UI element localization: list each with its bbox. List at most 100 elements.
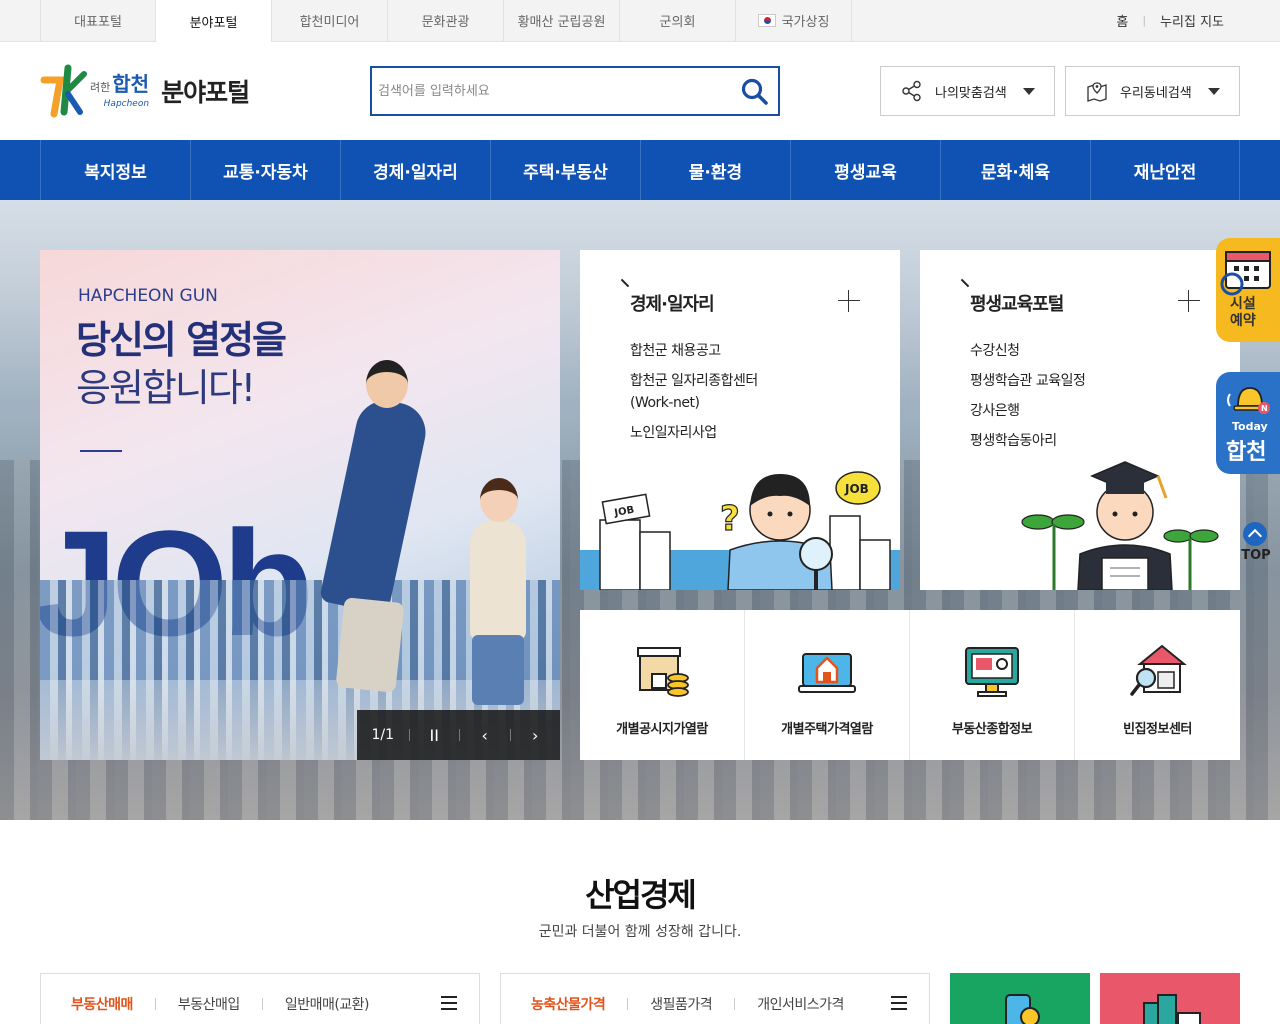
nav-transport[interactable]: 교통·자동차 — [190, 140, 340, 200]
reservation-line2: 예약 — [1230, 313, 1256, 329]
tab-label: 황매산 군립공원 — [517, 15, 606, 30]
home-link[interactable]: 홈 — [1116, 11, 1128, 30]
logo-mark-icon — [40, 64, 87, 118]
quick-land-price[interactable]: 개별공시지가열람 — [580, 610, 745, 760]
empty-house-icon — [1129, 644, 1187, 696]
nav-economy[interactable]: 경제·일자리 — [340, 140, 490, 200]
link-recruit-notice[interactable]: 합천군 채용공고 — [630, 340, 758, 362]
quick-label: 부동산종합정보 — [951, 722, 1033, 737]
house-price-icon — [798, 653, 856, 693]
search-icon[interactable] — [740, 77, 770, 107]
link-text: 합천군 일자리종합센터 — [630, 373, 758, 389]
quick-house-price[interactable]: 개별주택가격열람 — [745, 610, 910, 760]
banner-headline-1: 당신의 열정을 — [76, 318, 287, 362]
facility-reservation-button[interactable]: 시설 예약 — [1216, 238, 1280, 342]
quick-label: 빈집정보센터 — [1123, 722, 1192, 737]
portal-tabs: 대표포털 분야포털 합천미디어 문화관광 황매산 군립공원 군의회 국가상징 — [40, 0, 852, 42]
section-title: 산업경제 — [585, 876, 697, 914]
tab-label: 국가상징 — [781, 15, 830, 30]
map-pin-icon — [1087, 82, 1107, 102]
main-banner-slide[interactable]: JOb HAPCHEON GUN 당신의 열정을 응원합니다! 1/1 II ‹… — [40, 250, 560, 760]
tab-real-estate-sale[interactable]: 부동산매매 — [41, 994, 155, 1014]
search-box — [370, 66, 780, 116]
job-seeker-illustration: JOB JOB ? — [580, 471, 900, 590]
link-course-apply[interactable]: 수강신청 — [970, 340, 1085, 362]
tab-label: 분야포털 — [189, 15, 238, 31]
hero-section: JOb HAPCHEON GUN 당신의 열정을 응원합니다! 1/1 II ‹… — [0, 200, 1280, 820]
graduate-illustration — [1021, 461, 1219, 590]
link-learning-club[interactable]: 평생학습동아리 — [970, 430, 1085, 452]
real-estate-tabs: 부동산매매 부동산매입 일반매매(교환) — [40, 973, 480, 1024]
logo-text: 려한 합천 Hapcheon — [90, 73, 149, 109]
tab-general-trade[interactable]: 일반매매(교환) — [263, 994, 391, 1014]
nav-welfare[interactable]: 복지정보 — [40, 140, 190, 200]
quick-label: 개별주택가격열람 — [781, 722, 873, 737]
tab-label: 문화관광 — [421, 15, 470, 30]
nav-environment[interactable]: 물·환경 — [640, 140, 790, 200]
tab-media[interactable]: 합천미디어 — [272, 0, 388, 41]
prev-slide-icon[interactable]: ‹ — [460, 726, 510, 745]
scroll-top-button[interactable]: TOP — [1240, 522, 1272, 568]
card-title: 경제·일자리 — [630, 294, 715, 315]
menu-icon[interactable] — [441, 996, 457, 1010]
more-plus-icon[interactable] — [838, 290, 860, 312]
today-hapcheon-button[interactable]: N Today 합천 — [1216, 372, 1280, 474]
tab-label: 군의회 — [659, 15, 696, 30]
sitemap-link[interactable]: 누리집 지도 — [1160, 11, 1224, 30]
tab-label: 합천미디어 — [299, 15, 360, 30]
custom-search-button[interactable]: 나의맞춤검색 — [880, 66, 1055, 116]
real-estate-icon — [965, 647, 1019, 697]
man-legs — [335, 597, 405, 693]
hapcheon-label: 합천 — [1226, 440, 1267, 465]
town-search-button[interactable]: 우리동네검색 — [1065, 66, 1240, 116]
link-education-schedule[interactable]: 평생학습관 교육일정 — [970, 370, 1086, 392]
korea-flag-icon — [757, 14, 776, 27]
link-senior-jobs[interactable]: 노인일자리사업 — [630, 422, 758, 444]
phone-coin-icon — [1005, 994, 1040, 1024]
nav-housing[interactable]: 주택·부동산 — [490, 140, 640, 200]
finance-tile[interactable] — [950, 973, 1090, 1024]
arrow-up-icon — [1243, 522, 1267, 546]
search-input[interactable] — [372, 68, 732, 114]
real-estate-quick-links: 개별공시지가열람 개별주택가격열람 부동산종합정보 빈집정보센터 — [580, 610, 1240, 760]
economy-link-list: 합천군 채용공고 합천군 일자리종합센터 (Work-net) 노인일자리사업 — [630, 340, 758, 452]
site-logo[interactable]: 려한 합천 Hapcheon 분야포털 — [40, 62, 250, 120]
link-job-center[interactable]: 합천군 일자리종합센터 (Work-net) — [630, 370, 758, 414]
next-slide-icon[interactable]: › — [510, 726, 560, 745]
tab-real-estate-purchase[interactable]: 부동산매입 — [156, 994, 262, 1014]
business-tile[interactable] — [1100, 973, 1240, 1024]
nav-culture-sports[interactable]: 문화·체육 — [940, 140, 1090, 200]
pause-icon[interactable]: II — [409, 726, 459, 745]
today-label: Today — [1232, 420, 1268, 433]
svg-text:N: N — [1261, 404, 1268, 413]
tab-culture-tour[interactable]: 문화관광 — [388, 0, 504, 41]
banner-headline-2: 응원합니다! — [76, 366, 256, 410]
tab-agri-prices[interactable]: 농축산물가격 — [501, 994, 627, 1014]
link-instructor-bank[interactable]: 강사은행 — [970, 400, 1085, 422]
calendar-icon — [1220, 251, 1271, 296]
more-plus-icon[interactable] — [1178, 290, 1200, 312]
education-link-list: 수강신청 평생학습관 교육일정 강사은행 평생학습동아리 — [970, 340, 1086, 460]
quick-empty-house[interactable]: 빈집정보센터 — [1075, 610, 1240, 760]
menu-icon[interactable] — [891, 996, 907, 1010]
tab-label: 대표포털 — [74, 15, 122, 30]
tab-hwangmaesan-park[interactable]: 황매산 군립공원 — [504, 0, 620, 41]
section-subtitle: 군민과 더불어 함께 성장해 갑니다. — [538, 924, 742, 940]
title-tick — [620, 278, 630, 288]
lifelong-education-card: 평생교육포털 수강신청 평생학습관 교육일정 강사은행 평생학습동아리 — [920, 250, 1240, 590]
tab-field-portal[interactable]: 분야포털 — [156, 0, 272, 42]
tab-national-symbol[interactable]: 국가상징 — [736, 0, 852, 41]
caret-down-icon — [1207, 87, 1220, 95]
nav-lifelong-education[interactable]: 평생교육 — [790, 140, 940, 200]
quick-real-estate-info[interactable]: 부동산종합정보 — [910, 610, 1075, 760]
tab-necessities-prices[interactable]: 생필품가격 — [628, 994, 734, 1014]
link-text: (Work-net) — [630, 395, 700, 411]
job-bubble-text: JOB — [844, 482, 869, 496]
title-tick — [960, 278, 970, 288]
tab-service-prices[interactable]: 개인서비스가격 — [735, 994, 866, 1014]
tab-main-portal[interactable]: 대표포털 — [40, 0, 156, 41]
nav-disaster-safety[interactable]: 재난안전 — [1090, 140, 1240, 200]
logo-small: 려한 — [90, 81, 111, 94]
tab-council[interactable]: 군의회 — [620, 0, 736, 41]
man-head — [366, 360, 408, 408]
